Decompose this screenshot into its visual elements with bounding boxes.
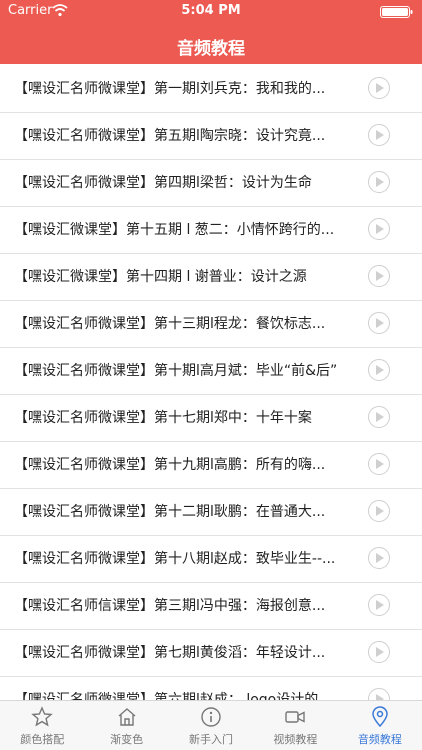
tab-4[interactable]: 视频教程	[253, 701, 337, 750]
play-icon[interactable]	[368, 547, 390, 569]
play-icon[interactable]	[368, 406, 390, 428]
list-item-title: 【嘿设汇名师微课堂】第十七期l郑中：十年十案	[14, 410, 312, 426]
list-item-title: 【嘿设汇名师微课堂】第四期l梁哲：设计为生命	[14, 175, 312, 191]
list-item-title: 【嘿设汇名师微课堂】第十九期l高鹏：所有的嗨...	[14, 457, 326, 473]
tab-label: 新手入门	[189, 733, 234, 746]
list-item[interactable]: 【嘿设汇名师微课堂】第十七期l郑中：十年十案	[0, 395, 422, 442]
list-item[interactable]: 【嘿设汇名师微课堂】第十三期l程龙：餐饮标志...	[0, 301, 422, 348]
play-icon[interactable]	[368, 453, 390, 475]
list-item-title: 【嘿设汇名师信课堂】第三期l冯中强：海报创意...	[14, 598, 326, 614]
list-item-title: 【嘿设汇名师微课堂】第十二期l耿鹏：在普通大...	[14, 504, 326, 520]
tab-5[interactable]: 音频教程	[338, 701, 422, 750]
list-item-title: 【嘿设汇微课堂】第十五期 l 葱二：小情怀跨行的...	[14, 222, 335, 238]
battery-icon	[380, 6, 413, 18]
play-icon[interactable]	[368, 312, 390, 334]
list-item-title: 【嘿设汇名师微课堂】第一期l刘兵克：我和我的...	[14, 81, 326, 97]
tab-1[interactable]: 颜色搭配	[0, 701, 84, 750]
play-icon[interactable]	[368, 171, 390, 193]
list-item[interactable]: 【嘿设汇名师信课堂】第三期l冯中强：海报创意...	[0, 583, 422, 630]
list-item[interactable]: 【嘿设汇名师微课堂】第十二期l耿鹏：在普通大...	[0, 489, 422, 536]
tab-label: 视频教程	[273, 733, 318, 746]
play-icon[interactable]	[368, 500, 390, 522]
status-bar: Carrier 5:04 PM	[0, 0, 422, 22]
list-item[interactable]: 【嘿设汇名师微课堂】第四期l梁哲：设计为生命	[0, 160, 422, 207]
location-pin-icon	[372, 706, 388, 728]
list-item-title: 【嘿设汇名师微课堂】第七期l黄俊滔：年轻设计...	[14, 645, 326, 661]
list-item[interactable]: 【嘿设汇名师微课堂】第一期l刘兵克：我和我的...	[0, 66, 422, 113]
tab-label: 音频教程	[357, 733, 402, 746]
list-item-title: 【嘿设汇名师微课堂】第十三期l程龙：餐饮标志...	[14, 316, 326, 332]
star-icon	[31, 706, 53, 727]
play-icon[interactable]	[368, 265, 390, 287]
list-item[interactable]: 【嘿设汇微课堂】第十五期 l 葱二：小情怀跨行的...	[0, 207, 422, 254]
play-icon[interactable]	[368, 688, 390, 700]
tab-bar: 颜色搭配 渐变色 新手入门 视频教程 音频教程	[0, 700, 422, 750]
house-icon	[118, 708, 136, 726]
play-icon[interactable]	[368, 594, 390, 616]
list-item[interactable]: 【嘿设汇微课堂】第十四期 l 谢普业：设计之源	[0, 254, 422, 301]
list-item[interactable]: 【嘿设汇名师微课堂】第五期l陶宗晓：设计究竟...	[0, 113, 422, 160]
tab-2[interactable]: 渐变色	[84, 701, 168, 750]
list-item[interactable]: 【嘿设汇名师微课堂】第六期l赵成： logo设计的...	[0, 677, 422, 700]
play-icon[interactable]	[368, 359, 390, 381]
list-item-title: 【嘿设汇名师微课堂】第十期l高月斌：毕业“前&后”	[14, 363, 338, 379]
video-camera-icon	[285, 711, 306, 723]
play-icon[interactable]	[368, 641, 390, 663]
list-item-title: 【嘿设汇微课堂】第十四期 l 谢普业：设计之源	[14, 269, 307, 285]
tab-label: 颜色搭配	[20, 733, 65, 746]
navigation-header: Carrier 5:04 PM 音频教程	[0, 0, 422, 64]
status-time: 5:04 PM	[181, 3, 241, 18]
tab-label: 渐变色	[110, 733, 144, 746]
play-icon[interactable]	[368, 124, 390, 146]
list-item-title: 【嘿设汇名师微课堂】第五期l陶宗晓：设计究竟...	[14, 128, 326, 144]
list-item[interactable]: 【嘿设汇名师微课堂】第七期l黄俊滔：年轻设计...	[0, 630, 422, 677]
list-item-title: 【嘿设汇名师微课堂】第六期l赵成： logo设计的...	[14, 692, 332, 700]
audio-list: 【嘿设汇名师微课堂】第一期l刘兵克：我和我的... 【嘿设汇名师微课堂】第五期l陶…	[0, 66, 422, 700]
tab-3[interactable]: 新手入门	[169, 701, 253, 750]
list-item[interactable]: 【嘿设汇名师微课堂】第十期l高月斌：毕业“前&后”	[0, 348, 422, 395]
page-title: 音频教程	[177, 39, 245, 59]
info-icon	[201, 707, 221, 727]
play-icon[interactable]	[368, 218, 390, 240]
list-item[interactable]: 【嘿设汇名师微课堂】第十八期l赵成：致毕业生--...	[0, 536, 422, 583]
list-item-title: 【嘿设汇名师微课堂】第十八期l赵成：致毕业生--...	[14, 551, 336, 567]
play-icon[interactable]	[368, 77, 390, 99]
list-item[interactable]: 【嘿设汇名师微课堂】第十九期l高鹏：所有的嗨...	[0, 442, 422, 489]
